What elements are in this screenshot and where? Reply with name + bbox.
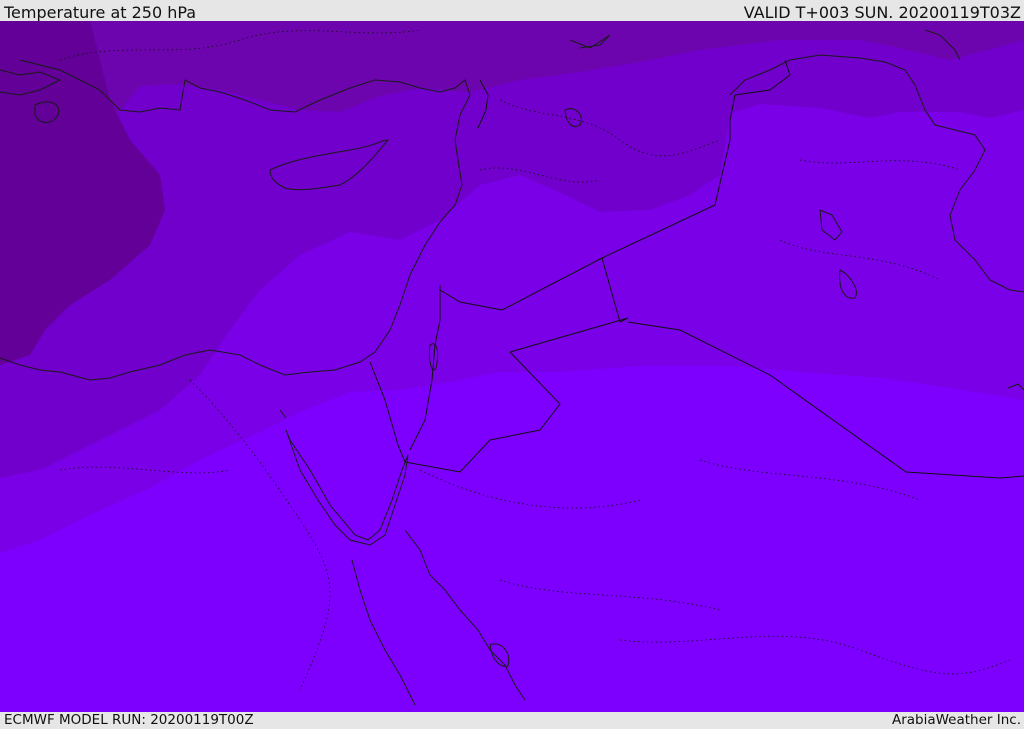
valid-time-label: VALID T+003 SUN. 20200119T03Z xyxy=(743,3,1021,22)
footer-bar: ECMWF MODEL RUN: 20200119T00Z ArabiaWeat… xyxy=(0,712,1024,729)
map-title: Temperature at 250 hPa xyxy=(4,3,197,22)
credit-label: ArabiaWeather Inc. xyxy=(891,712,1021,728)
header-bar: Temperature at 250 hPa VALID T+003 SUN. … xyxy=(0,0,1024,21)
map-svg xyxy=(0,21,1024,712)
model-run-label: ECMWF MODEL RUN: 20200119T00Z xyxy=(4,712,254,728)
weather-map[interactable] xyxy=(0,21,1024,712)
